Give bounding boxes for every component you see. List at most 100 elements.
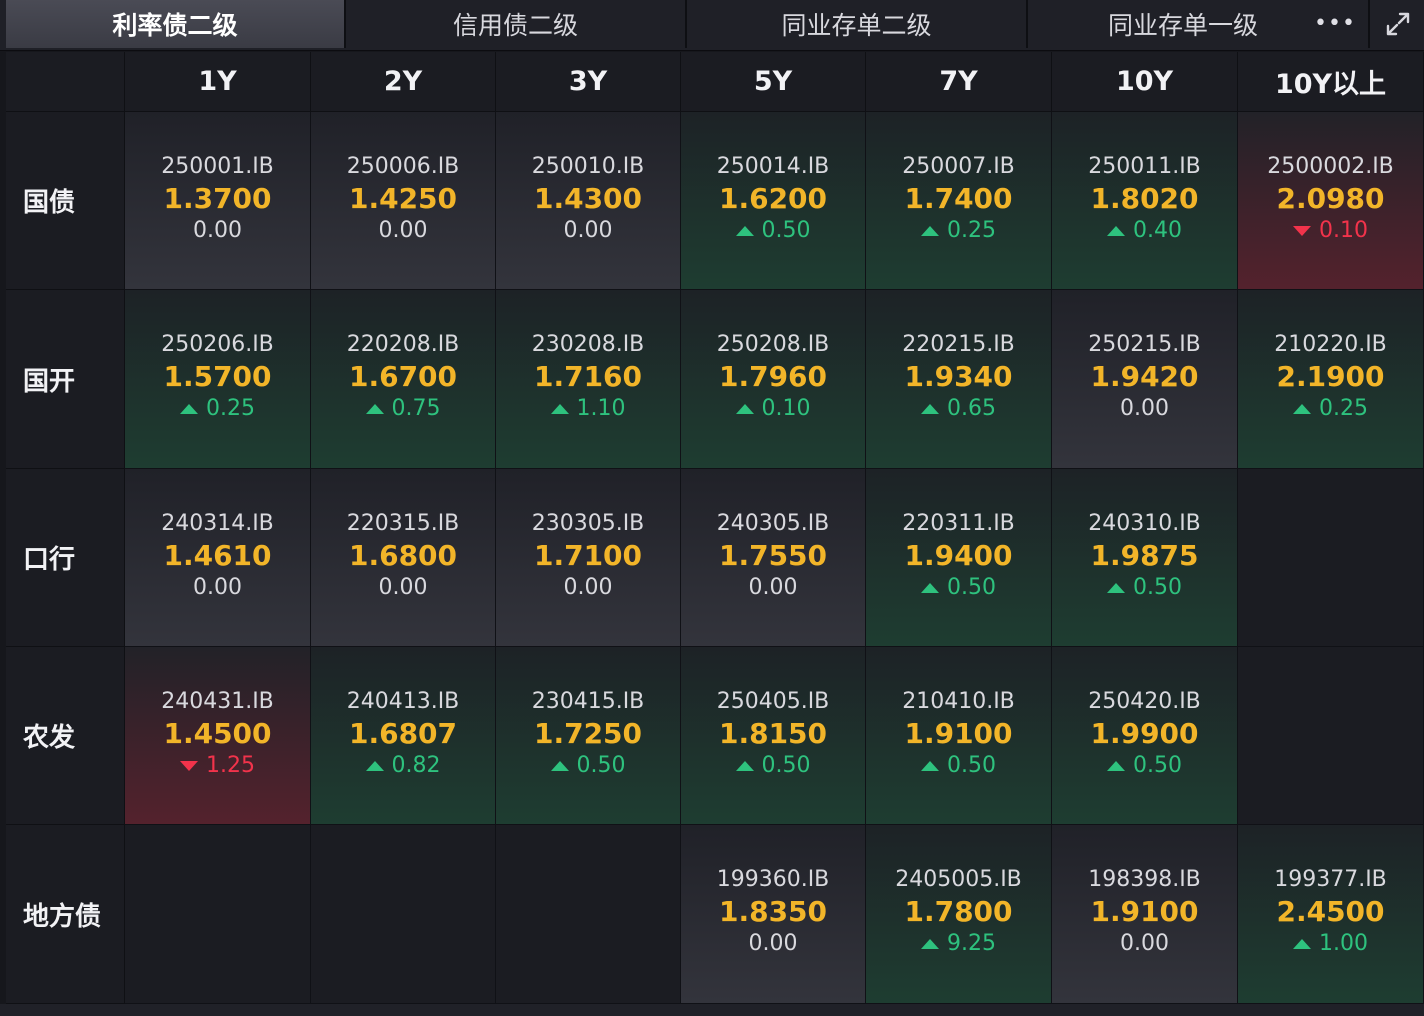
- change-value: 0.50: [947, 575, 996, 600]
- change-value: 0.00: [748, 575, 798, 600]
- bond-quote-cell[interactable]: 240431.IB 1.4500 1.25: [125, 647, 311, 825]
- bond-quote-cell[interactable]: 220315.IB 1.6800 0.00: [311, 469, 496, 647]
- change-value: 0.00: [378, 575, 428, 600]
- bond-code: 220315.IB: [346, 511, 460, 536]
- expand-icon[interactable]: [1368, 0, 1424, 48]
- bond-code: 220311.IB: [902, 511, 1015, 536]
- bond-quote-cell[interactable]: 230208.IB 1.7160 1.10: [496, 290, 681, 469]
- yield-change: 0.00: [564, 216, 613, 246]
- triangle-up-icon: [735, 404, 754, 414]
- more-icon[interactable]: •••: [1314, 6, 1355, 40]
- column-header: 1Y: [125, 52, 311, 112]
- triangle-down-icon: [1293, 226, 1311, 236]
- bond-quote-cell[interactable]: 220311.IB 1.9400 0.50: [866, 469, 1052, 647]
- tab-label: 同业存单二级: [781, 11, 932, 40]
- bond-yield: 2.1900: [1276, 360, 1385, 393]
- bond-quote-cell[interactable]: 250001.IB 1.3700 0.00: [125, 112, 311, 290]
- change-value: 0.00: [378, 218, 428, 243]
- yield-change: 0.00: [193, 573, 242, 603]
- change-value: 0.00: [193, 218, 242, 243]
- bond-quote-cell[interactable]: 250206.IB 1.5700 0.25: [125, 290, 311, 469]
- bond-yield: 1.7400: [904, 182, 1013, 215]
- bond-quote-cell[interactable]: 250420.IB 1.9900 0.50: [1052, 647, 1238, 825]
- yield-change: 0.00: [379, 216, 428, 246]
- bond-quote-cell[interactable]: 230415.IB 1.7250 0.50: [496, 647, 681, 825]
- bond-quote-cell[interactable]: 250215.IB 1.9420 0.00: [1052, 290, 1238, 469]
- bond-code: 230208.IB: [531, 332, 645, 357]
- change-value: 0.00: [563, 575, 613, 600]
- change-value: 0.50: [1133, 753, 1182, 778]
- bond-quote-cell[interactable]: 250405.IB 1.8150 0.50: [681, 647, 866, 825]
- bond-quote-cell[interactable]: 250011.IB 1.8020 0.40: [1052, 112, 1238, 290]
- bond-quote-cell[interactable]: 2500002.IB 2.0980 0.10: [1238, 112, 1424, 290]
- bond-code: 240305.IB: [716, 511, 830, 536]
- bond-yield: 1.5700: [163, 360, 272, 393]
- bond-quote-cell[interactable]: 240413.IB 1.6807 0.82: [311, 647, 496, 825]
- bond-yield: 1.7160: [533, 360, 643, 393]
- change-value: 0.10: [1319, 218, 1368, 243]
- bond-quote-cell[interactable]: 199360.IB 1.8350 0.00: [681, 825, 866, 1004]
- bond-yield: 1.4500: [163, 717, 272, 750]
- yield-change: 0.50: [735, 216, 810, 246]
- change-value: 0.40: [1133, 218, 1182, 243]
- triangle-up-icon: [921, 939, 939, 949]
- tab-bar: 利率债二级 信用债二级 同业存单二级 同业存单一级 •••: [0, 0, 1424, 51]
- tab-label: 信用债二级: [452, 11, 578, 40]
- bond-yield: 1.9100: [1090, 895, 1199, 928]
- bond-quote-cell[interactable]: 250006.IB 1.4250 0.00: [311, 112, 496, 290]
- empty-cell: [311, 825, 496, 1004]
- bond-quote-cell[interactable]: 240305.IB 1.7550 0.00: [681, 469, 866, 647]
- bond-yield: 1.6200: [718, 182, 828, 215]
- empty-cell: [1238, 647, 1424, 825]
- change-value: 0.25: [947, 218, 996, 243]
- bond-quote-cell[interactable]: 220215.IB 1.9340 0.65: [866, 290, 1052, 469]
- yield-change: 0.50: [550, 751, 625, 781]
- change-value: 0.00: [1120, 396, 1169, 421]
- column-header: 10Y: [1052, 52, 1238, 112]
- bond-quote-cell[interactable]: 220208.IB 1.6700 0.75: [311, 290, 496, 469]
- yield-change: 0.00: [564, 573, 613, 603]
- bond-code: 250215.IB: [1088, 332, 1201, 357]
- bond-quote-cell[interactable]: 199377.IB 2.4500 1.00: [1238, 825, 1424, 1004]
- bond-yield: 1.7960: [718, 360, 828, 393]
- yield-change: 1.25: [180, 751, 255, 781]
- bond-yield: 1.9340: [904, 360, 1013, 393]
- change-value: 0.50: [761, 753, 811, 778]
- change-value: 0.75: [391, 396, 441, 421]
- bond-quote-cell[interactable]: 198398.IB 1.9100 0.00: [1052, 825, 1238, 1004]
- triangle-up-icon: [365, 761, 384, 771]
- bond-yield: 1.6807: [348, 717, 458, 750]
- tab-credit-bond-secondary[interactable]: 信用债二级: [346, 0, 687, 48]
- change-value: 1.25: [206, 753, 255, 778]
- change-value: 0.50: [947, 753, 996, 778]
- bond-yield: 1.9100: [904, 717, 1013, 750]
- triangle-up-icon: [921, 583, 939, 593]
- yield-change: 0.50: [921, 573, 996, 603]
- bond-quote-cell[interactable]: 230305.IB 1.7100 0.00: [496, 469, 681, 647]
- tab-label: 利率债二级: [112, 11, 238, 40]
- bond-yield: 1.9875: [1090, 539, 1199, 572]
- bond-quote-cell[interactable]: 250014.IB 1.6200 0.50: [681, 112, 866, 290]
- bond-quote-cell[interactable]: 250007.IB 1.7400 0.25: [866, 112, 1052, 290]
- bond-yield: 1.4300: [533, 182, 643, 215]
- bond-quote-cell[interactable]: 240310.IB 1.9875 0.50: [1052, 469, 1238, 647]
- bond-yield: 1.4250: [348, 182, 458, 215]
- bond-quote-cell[interactable]: 2405005.IB 1.7800 9.25: [866, 825, 1052, 1004]
- bond-quote-cell[interactable]: 210410.IB 1.9100 0.50: [866, 647, 1052, 825]
- bond-quote-cell[interactable]: 250010.IB 1.4300 0.00: [496, 112, 681, 290]
- bond-quote-cell[interactable]: 250208.IB 1.7960 0.10: [681, 290, 866, 469]
- triangle-up-icon: [921, 761, 939, 771]
- bond-quote-cell[interactable]: 210220.IB 2.1900 0.25: [1238, 290, 1424, 469]
- bond-yield: 1.7100: [533, 539, 643, 572]
- bond-code: 250007.IB: [902, 154, 1015, 179]
- bond-yield: 1.7800: [904, 895, 1013, 928]
- horizontal-scrollbar[interactable]: [0, 1004, 1424, 1016]
- bond-yield: 1.8150: [718, 717, 828, 750]
- row-header: 地方债: [6, 825, 125, 1004]
- triangle-up-icon: [921, 226, 939, 236]
- bond-quote-cell[interactable]: 240314.IB 1.4610 0.00: [125, 469, 311, 647]
- tab-ncd-secondary[interactable]: 同业存单二级: [687, 0, 1028, 48]
- tab-rate-bond-secondary[interactable]: 利率债二级: [6, 0, 346, 48]
- triangle-up-icon: [735, 761, 754, 771]
- yield-change: 0.00: [749, 929, 798, 959]
